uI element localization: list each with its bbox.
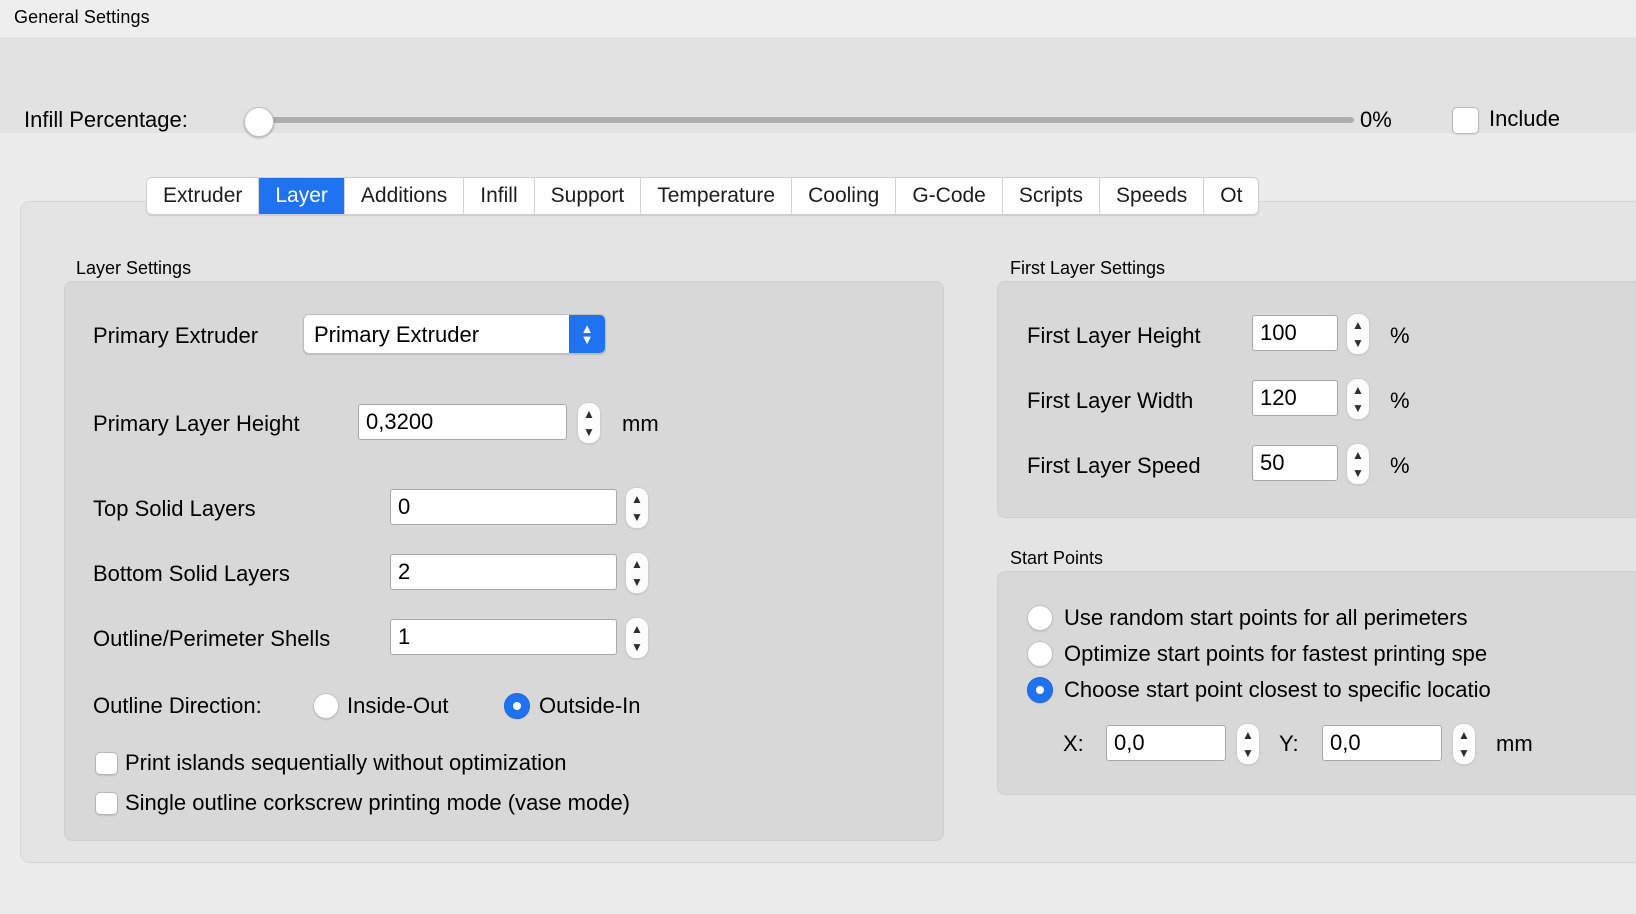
tab-layer[interactable]: Layer (259, 178, 345, 214)
start-points-caption: Start Points (1010, 548, 1104, 568)
start-point-option-optimize-label: Optimize start points for fastest printi… (1064, 641, 1488, 666)
start-point-radio-specific-location[interactable] (1027, 677, 1053, 703)
vase-mode-label: Single outline corkscrew printing mode (… (125, 790, 631, 815)
vase-mode-checkbox[interactable] (95, 792, 118, 815)
primary-layer-height-stepper[interactable]: ▲ ▼ (577, 402, 601, 444)
stepper-up-icon[interactable]: ▲ (1453, 725, 1475, 745)
start-point-radio-random[interactable] (1027, 605, 1053, 631)
first-layer-height-stepper[interactable]: ▲ ▼ (1346, 313, 1370, 355)
stepper-down-icon[interactable]: ▼ (1347, 398, 1369, 418)
tab-speeds[interactable]: Speeds (1100, 178, 1205, 214)
first-layer-speed-unit: % (1390, 453, 1410, 478)
stepper-up-icon[interactable]: ▲ (1237, 725, 1259, 745)
start-point-x-input[interactable]: 0,0 (1106, 725, 1226, 761)
first-layer-width-input[interactable]: 120 (1252, 380, 1338, 416)
tab-cooling[interactable]: Cooling (792, 178, 897, 214)
primary-layer-height-unit: mm (622, 411, 659, 436)
first-layer-settings-caption: First Layer Settings (1010, 258, 1166, 278)
stepper-down-icon[interactable]: ▼ (626, 572, 648, 592)
tab-infill[interactable]: Infill (464, 178, 535, 214)
stepper-down-icon[interactable]: ▼ (626, 637, 648, 657)
start-point-x-label: X: (1063, 731, 1084, 756)
outline-direction-radio-inside-out[interactable] (313, 693, 339, 719)
top-solid-layers-stepper[interactable]: ▲ ▼ (625, 487, 649, 529)
chevron-updown-icon: ▲ ▼ (569, 315, 605, 353)
infill-percentage-label: Infill Percentage: (24, 107, 188, 132)
stepper-up-icon[interactable]: ▲ (626, 554, 648, 574)
stepper-down-icon[interactable]: ▼ (1347, 463, 1369, 483)
print-islands-checkbox[interactable] (95, 752, 118, 775)
first-layer-height-unit: % (1390, 323, 1410, 348)
stepper-up-icon[interactable]: ▲ (1347, 445, 1369, 465)
infill-percentage-band: Infill Percentage: 0% Include (0, 37, 1636, 137)
tab-additions[interactable]: Additions (344, 178, 465, 214)
stepper-down-icon[interactable]: ▼ (1453, 743, 1475, 763)
first-layer-height-label: First Layer Height (1027, 323, 1201, 348)
tab-ot[interactable]: Ot (1204, 178, 1259, 214)
outline-direction-radio-outside-in[interactable] (504, 693, 530, 719)
first-layer-speed-input[interactable]: 50 (1252, 445, 1338, 481)
primary-extruder-label: Primary Extruder (93, 323, 259, 348)
start-point-x-stepper[interactable]: ▲ ▼ (1236, 723, 1260, 765)
page-title: General Settings (14, 7, 150, 27)
start-point-unit: mm (1496, 731, 1533, 756)
tab-content-pane: Layer Settings Primary Extruder Primary … (20, 201, 1636, 863)
outline-perimeter-shells-label: Outline/Perimeter Shells (93, 626, 331, 651)
stepper-down-icon[interactable]: ▼ (1237, 743, 1259, 763)
outline-direction-label: Outline Direction: (93, 693, 262, 718)
start-point-y-stepper[interactable]: ▲ ▼ (1452, 723, 1476, 765)
first-layer-width-label: First Layer Width (1027, 388, 1194, 413)
infill-percentage-slider-thumb[interactable] (244, 107, 274, 137)
primary-extruder-value: Primary Extruder (314, 322, 480, 347)
outline-direction-option-inside-out-label: Inside-Out (347, 693, 449, 718)
first-layer-speed-label: First Layer Speed (1027, 453, 1201, 478)
first-layer-speed-stepper[interactable]: ▲ ▼ (1346, 443, 1370, 485)
include-checkbox[interactable] (1452, 107, 1479, 134)
include-checkbox-label: Include (1489, 106, 1560, 131)
window-titlebar: General Settings (0, 0, 1636, 37)
tab-scripts[interactable]: Scripts (1002, 178, 1101, 214)
start-point-option-random-label: Use random start points for all perimete… (1064, 605, 1468, 630)
settings-tabbar: Extruder Layer Additions Infill Support Tempe… (146, 177, 1260, 215)
first-layer-width-stepper[interactable]: ▲ ▼ (1346, 378, 1370, 420)
settings-window: General Settings Infill Percentage: 0% I… (0, 0, 1636, 914)
tab-extruder[interactable]: Extruder (147, 178, 260, 214)
infill-percentage-slider-track[interactable] (256, 117, 1354, 123)
tab-support[interactable]: Support (534, 178, 642, 214)
infill-percentage-value: 0% (1360, 107, 1392, 132)
outline-direction-option-outside-in-label: Outside-In (539, 693, 641, 718)
bottom-solid-layers-label: Bottom Solid Layers (93, 561, 290, 586)
outline-perimeter-shells-stepper[interactable]: ▲ ▼ (625, 617, 649, 659)
layer-settings-caption: Layer Settings (76, 258, 192, 278)
top-solid-layers-label: Top Solid Layers (93, 496, 256, 521)
stepper-up-icon[interactable]: ▲ (578, 404, 600, 424)
primary-layer-height-label: Primary Layer Height (93, 411, 300, 436)
bottom-solid-layers-input[interactable]: 2 (390, 554, 617, 590)
tab-g-code[interactable]: G-Code (896, 178, 1003, 214)
stepper-up-icon[interactable]: ▲ (626, 489, 648, 509)
stepper-up-icon[interactable]: ▲ (626, 619, 648, 639)
stepper-down-icon[interactable]: ▼ (626, 507, 648, 527)
start-point-option-specific-location-label: Choose start point closest to specific l… (1064, 677, 1491, 702)
first-layer-height-input[interactable]: 100 (1252, 315, 1338, 351)
stepper-up-icon[interactable]: ▲ (1347, 315, 1369, 335)
stepper-up-icon[interactable]: ▲ (1347, 380, 1369, 400)
primary-extruder-select[interactable]: Primary Extruder ▲ ▼ (303, 314, 606, 354)
start-point-y-label: Y: (1279, 731, 1299, 756)
print-islands-label: Print islands sequentially without optim… (125, 750, 567, 775)
start-point-radio-optimize[interactable] (1027, 641, 1053, 667)
top-solid-layers-input[interactable]: 0 (390, 489, 617, 525)
stepper-down-icon[interactable]: ▼ (1347, 333, 1369, 353)
bottom-solid-layers-stepper[interactable]: ▲ ▼ (625, 552, 649, 594)
start-point-y-input[interactable]: 0,0 (1322, 725, 1442, 761)
stepper-down-icon[interactable]: ▼ (578, 422, 600, 442)
outline-perimeter-shells-input[interactable]: 1 (390, 619, 617, 655)
primary-layer-height-input[interactable]: 0,3200 (358, 404, 567, 440)
tab-temperature[interactable]: Temperature (641, 178, 793, 214)
first-layer-width-unit: % (1390, 388, 1410, 413)
